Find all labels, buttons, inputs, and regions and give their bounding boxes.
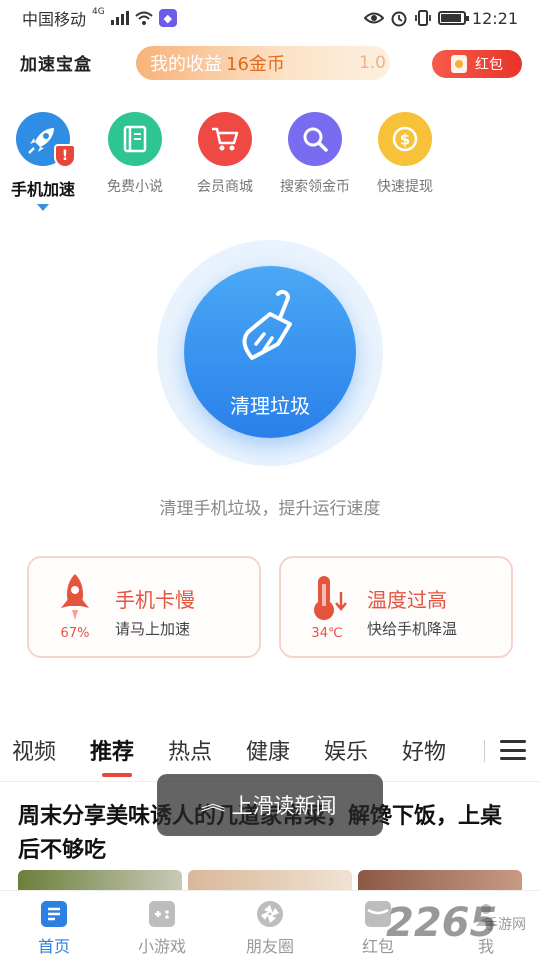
tab-entertainment[interactable]: 娱乐 (324, 734, 368, 766)
cpu-usage-value: 67% (60, 626, 90, 641)
rocket-icon: ! (16, 112, 76, 168)
active-indicator (37, 204, 49, 211)
watermark-text: 手游网 (484, 917, 526, 933)
nav-label: 小游戏 (137, 937, 186, 956)
app-name: 加速宝盒 (20, 55, 92, 75)
clock: 12:21 (471, 8, 518, 28)
toast-text: 上滑读新闻 (231, 794, 337, 818)
tab-video[interactable]: 视频 (12, 734, 56, 766)
tab-recommended[interactable]: 推荐 (90, 734, 134, 766)
nav-mini-games[interactable]: 小游戏 (108, 897, 216, 957)
battery-icon (437, 11, 469, 25)
nav-home[interactable]: 首页 (0, 897, 108, 957)
high-temperature-card[interactable]: 34℃ 温度过高 快给手机降温 (279, 556, 513, 658)
vibrate-icon (414, 10, 431, 26)
gamepad-icon (149, 901, 175, 927)
nav-label: 朋友圈 (245, 937, 294, 956)
signal-icon (110, 11, 129, 25)
eye-icon (363, 12, 384, 24)
nav-moments[interactable]: 朋友圈 (216, 897, 324, 957)
article-thumbnail (188, 870, 352, 890)
tab-goods[interactable]: 好物 (402, 734, 446, 766)
card-title: 温度过高 (367, 588, 447, 612)
alert-shield-icon: ! (54, 144, 76, 168)
swipe-up-toast: ︽ 上滑读新闻 (157, 774, 383, 836)
tab-divider (484, 740, 485, 762)
aperture-icon (257, 901, 283, 927)
clean-subtitle: 清理手机垃圾，提升运行速度 (159, 499, 381, 519)
red-packet-button[interactable]: 红包 (432, 50, 522, 78)
red-packet-icon (451, 55, 467, 73)
phone-slow-card[interactable]: 67% 手机卡慢 请马上加速 (27, 556, 261, 658)
broom-icon (242, 289, 292, 360)
earnings-value: 16金币 (226, 54, 285, 75)
card-subtitle: 请马上加速 (115, 620, 191, 638)
book-icon (108, 112, 162, 166)
thermometer-icon (314, 576, 347, 620)
earnings-label: 我的收益 (150, 54, 222, 75)
card-title: 手机卡慢 (115, 588, 195, 612)
status-bar: 中国移动 4G ◆ 12:21 (0, 0, 540, 36)
article-thumbnail (18, 870, 182, 890)
home-news-icon (41, 901, 67, 927)
feature-quick-withdraw[interactable]: $ 快速提现 (350, 112, 460, 196)
earnings-banner[interactable]: 我的收益 16金币 1.0 (136, 46, 390, 80)
carrier-name: 中国移动 (22, 10, 87, 29)
menu-icon[interactable] (500, 740, 526, 760)
card-subtitle: 快给手机降温 (367, 620, 458, 638)
rocket-icon (61, 574, 89, 620)
app-header: 加速宝盒 我的收益 16金币 1.0 红包 (0, 44, 540, 84)
search-icon (288, 112, 342, 166)
tab-hot[interactable]: 热点 (168, 734, 212, 766)
alarm-icon (391, 11, 407, 27)
nav-label: 首页 (37, 937, 70, 956)
active-tab-underline (102, 773, 132, 777)
double-chevron-up-icon: ︽ (199, 794, 226, 815)
svg-text:$: $ (400, 131, 410, 149)
feature-shortcuts: ! 手机加速 免费小说 会员商城 搜索领金币 $ 快速提现 (0, 112, 540, 212)
site-watermark: 2265 手游网 (386, 898, 536, 954)
red-packet-label: 红包 (475, 57, 503, 73)
earnings-extra: 1.0 (358, 53, 386, 73)
clean-junk-button[interactable]: 清理垃圾 (184, 266, 356, 438)
dollar-coin-icon: $ (378, 112, 432, 166)
feature-label: 快速提现 (377, 179, 433, 195)
network-type: 4G (92, 7, 105, 17)
wifi-icon (135, 11, 153, 25)
clean-button-label: 清理垃圾 (230, 394, 310, 418)
cart-icon (198, 112, 252, 166)
article-thumbnails[interactable] (18, 870, 522, 890)
temperature-value: 34℃ (311, 626, 343, 641)
app-notification-icon: ◆ (158, 9, 177, 27)
watermark-number: 2265 (386, 900, 498, 946)
article-thumbnail (358, 870, 522, 890)
tab-health[interactable]: 健康 (246, 734, 290, 766)
tab-fade (470, 726, 494, 776)
